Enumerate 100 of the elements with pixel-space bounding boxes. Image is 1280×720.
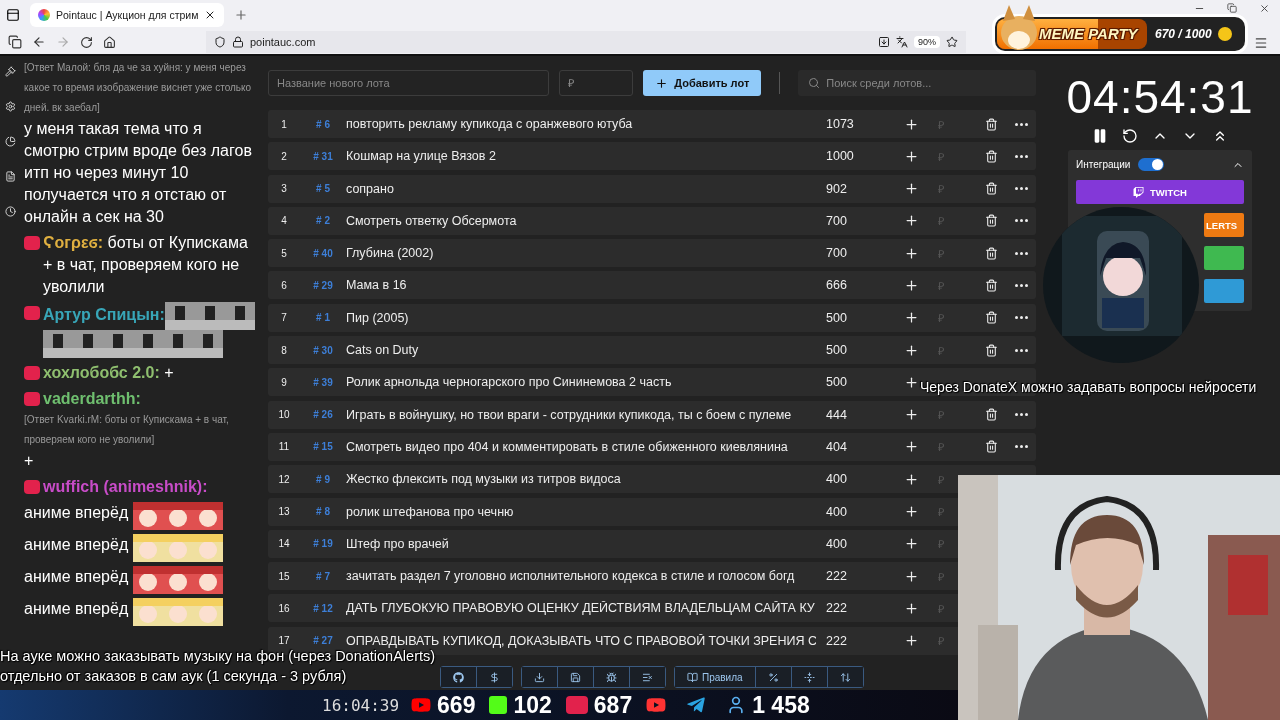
lot-amount: 400 [825, 472, 848, 487]
integrations-title: Интеграции [1076, 159, 1131, 170]
amount-input[interactable]: ₽ [926, 278, 956, 293]
amount-input[interactable]: ₽ [926, 471, 956, 487]
lot-name: Жестко флексить под музыки из титров видоса [346, 472, 622, 487]
amount-input[interactable]: ₽ [926, 600, 956, 616]
lot-name: ОПРАВДЫВАТЬ КУПИКОД, ДОКАЗЫВАТЬ ЧТО С ПРАВОВОЙ ТОЧКИ ЗРЕНИЯ С [346, 633, 816, 648]
row-number: 8 [280, 344, 288, 356]
caption: отдельно от заказов в сам аук (1 секунда - 3 рубля) [0, 667, 347, 686]
chat-message: аниме вперёд [24, 535, 129, 555]
chat-message: аниме вперёд [24, 567, 129, 587]
lot-id: # 12 [312, 602, 334, 614]
lot-id: # 39 [312, 376, 334, 388]
zoom-level[interactable]: 90% [914, 36, 940, 48]
lot-name: Играть в войнушку, но твои враги - сотрудники купикода, ты с боем с пулеме [346, 407, 793, 422]
lot-amount: 1073 [825, 117, 855, 131]
chat-message: + [24, 451, 35, 471]
amount-input[interactable]: ₽ [926, 568, 956, 584]
integration-button[interactable]: LERTS [1204, 213, 1244, 237]
lot-name: ДАТЬ ГЛУБОКУЮ ПРАВОВУЮ ОЦЕНКУ ДЕЙСТВИЯМ ВЛАДЕЛЬЦАМ САЙТА КУ [346, 601, 816, 616]
add-lot-button[interactable]: Добавить лот [643, 70, 762, 96]
integration-button[interactable]: TWITCH [1076, 180, 1244, 204]
timer: 04:54:31 [1066, 70, 1254, 124]
amount-input[interactable]: ₽ [926, 148, 956, 164]
amount-input[interactable]: ₽ [926, 407, 956, 423]
url-text: pointauc.com [250, 36, 316, 48]
row-number: 5 [280, 247, 288, 259]
lot-id: # 27 [312, 635, 334, 647]
lot-name: Глубина (2002) [346, 246, 435, 261]
lot-id: # 26 [312, 409, 334, 421]
row-number: 10 [277, 409, 291, 421]
row-number: 13 [277, 506, 291, 518]
lot-id: # 7 [315, 570, 331, 582]
chat-message: аниме вперёд [24, 503, 129, 523]
lot-id: # 1 [315, 312, 331, 324]
row-number: 11 [277, 441, 291, 453]
total-viewers: 1 458 [752, 691, 810, 719]
amount-input[interactable]: ₽ [926, 633, 956, 649]
lot-id: # 5 [315, 183, 331, 195]
viewer-count: 687 [593, 691, 633, 719]
amount-input[interactable]: ₽ [926, 310, 956, 326]
search-field[interactable]: Поиск среди лотов... [798, 70, 1036, 96]
lot-amount: 666 [825, 278, 848, 293]
lot-id: # 9 [315, 473, 331, 485]
lot-id: # 8 [315, 506, 331, 518]
amount-input[interactable]: ₽ [926, 342, 956, 358]
lot-name: зачитать раздел 7 уголовно исполнительного кодекса в стиле и голосом богд [346, 569, 796, 584]
lot-name: Смотреть ответку Обсермота [346, 213, 518, 228]
row-number: 2 [280, 150, 288, 162]
lot-amount: 1000 [825, 149, 855, 164]
chat-message: Ϛогρεϭ: боты от Купискама + в чат, проверяем кого не уволили [43, 233, 249, 297]
lot-id: # 6 [315, 118, 331, 130]
amount-input[interactable]: ₽ [926, 181, 956, 197]
row-number: 7 [280, 312, 288, 324]
amount-field[interactable]: ₽ [559, 70, 634, 96]
rules-button[interactable]: Правила [675, 667, 756, 687]
viewer-count: 669 [437, 691, 476, 719]
amount-input[interactable]: ₽ [926, 213, 956, 229]
lot-name: Мама в 16 [346, 278, 408, 293]
amount-input[interactable]: ₽ [926, 439, 956, 455]
lot-name: сопрано [346, 181, 395, 196]
lot-name: ролик штефанова про чечню [346, 504, 515, 519]
row-number: 4 [280, 215, 288, 227]
lot-amount: 400 [825, 536, 848, 551]
amount-input[interactable]: ₽ [926, 245, 956, 261]
amount-input[interactable]: ₽ [926, 116, 956, 132]
lot-name-field[interactable]: Название нового лота [268, 70, 550, 96]
lot-amount: 222 [825, 601, 848, 616]
lot-amount: 222 [825, 569, 848, 584]
chat-username: wuffich (animeshnik): [43, 478, 208, 495]
lot-name: Пир (2005) [346, 310, 410, 325]
caption: На ауке можно заказывать музыку на фон (через DonationAlerts) [0, 648, 436, 666]
amount-input[interactable]: ₽ [926, 504, 956, 520]
row-number: 1 [280, 118, 288, 130]
lot-name: Штеф про врачей [346, 536, 450, 551]
lot-id: # 31 [312, 150, 334, 162]
chat-username: vaderdarthh: [43, 390, 141, 407]
reply-quote: [Ответ Kvarki.rM: боты от Купискама + в чат, проверяем кого не уволили] [24, 413, 230, 447]
lot-amount: 222 [825, 633, 848, 648]
viewer-count: 102 [513, 691, 552, 719]
lot-amount: 444 [825, 407, 848, 422]
lot-name: Смотреть видео про 404 и комментировать в стиле обиженного киевлянина [346, 439, 789, 454]
lot-id: # 15 [312, 441, 334, 453]
progress-text: 670 / 1000 [1155, 27, 1212, 41]
lot-amount: 500 [825, 310, 848, 325]
chat-message: хохлобобс 2.0: + [43, 363, 175, 383]
lot-name: повторить рекламу купикода с оранжевого ютуба [346, 117, 634, 131]
lot-id: # 29 [312, 280, 334, 291]
lot-id: # 2 [315, 215, 331, 227]
amount-input[interactable]: ₽ [926, 536, 956, 552]
chat-message: аниме вперёд [24, 599, 129, 619]
row-number: 9 [280, 376, 288, 388]
lot-name: Кошмар на улице Вязов 2 [346, 149, 497, 164]
row-number: 15 [277, 570, 291, 582]
row-number: 12 [277, 473, 291, 485]
clock-time: 16:04:39 [322, 695, 400, 715]
row-number: 14 [277, 538, 291, 550]
browser-tab[interactable]: Pointauc | Аукцион для стрим [30, 3, 225, 27]
lot-amount: 700 [825, 213, 848, 228]
address-bar[interactable]: pointauc.com 90% [206, 31, 966, 53]
